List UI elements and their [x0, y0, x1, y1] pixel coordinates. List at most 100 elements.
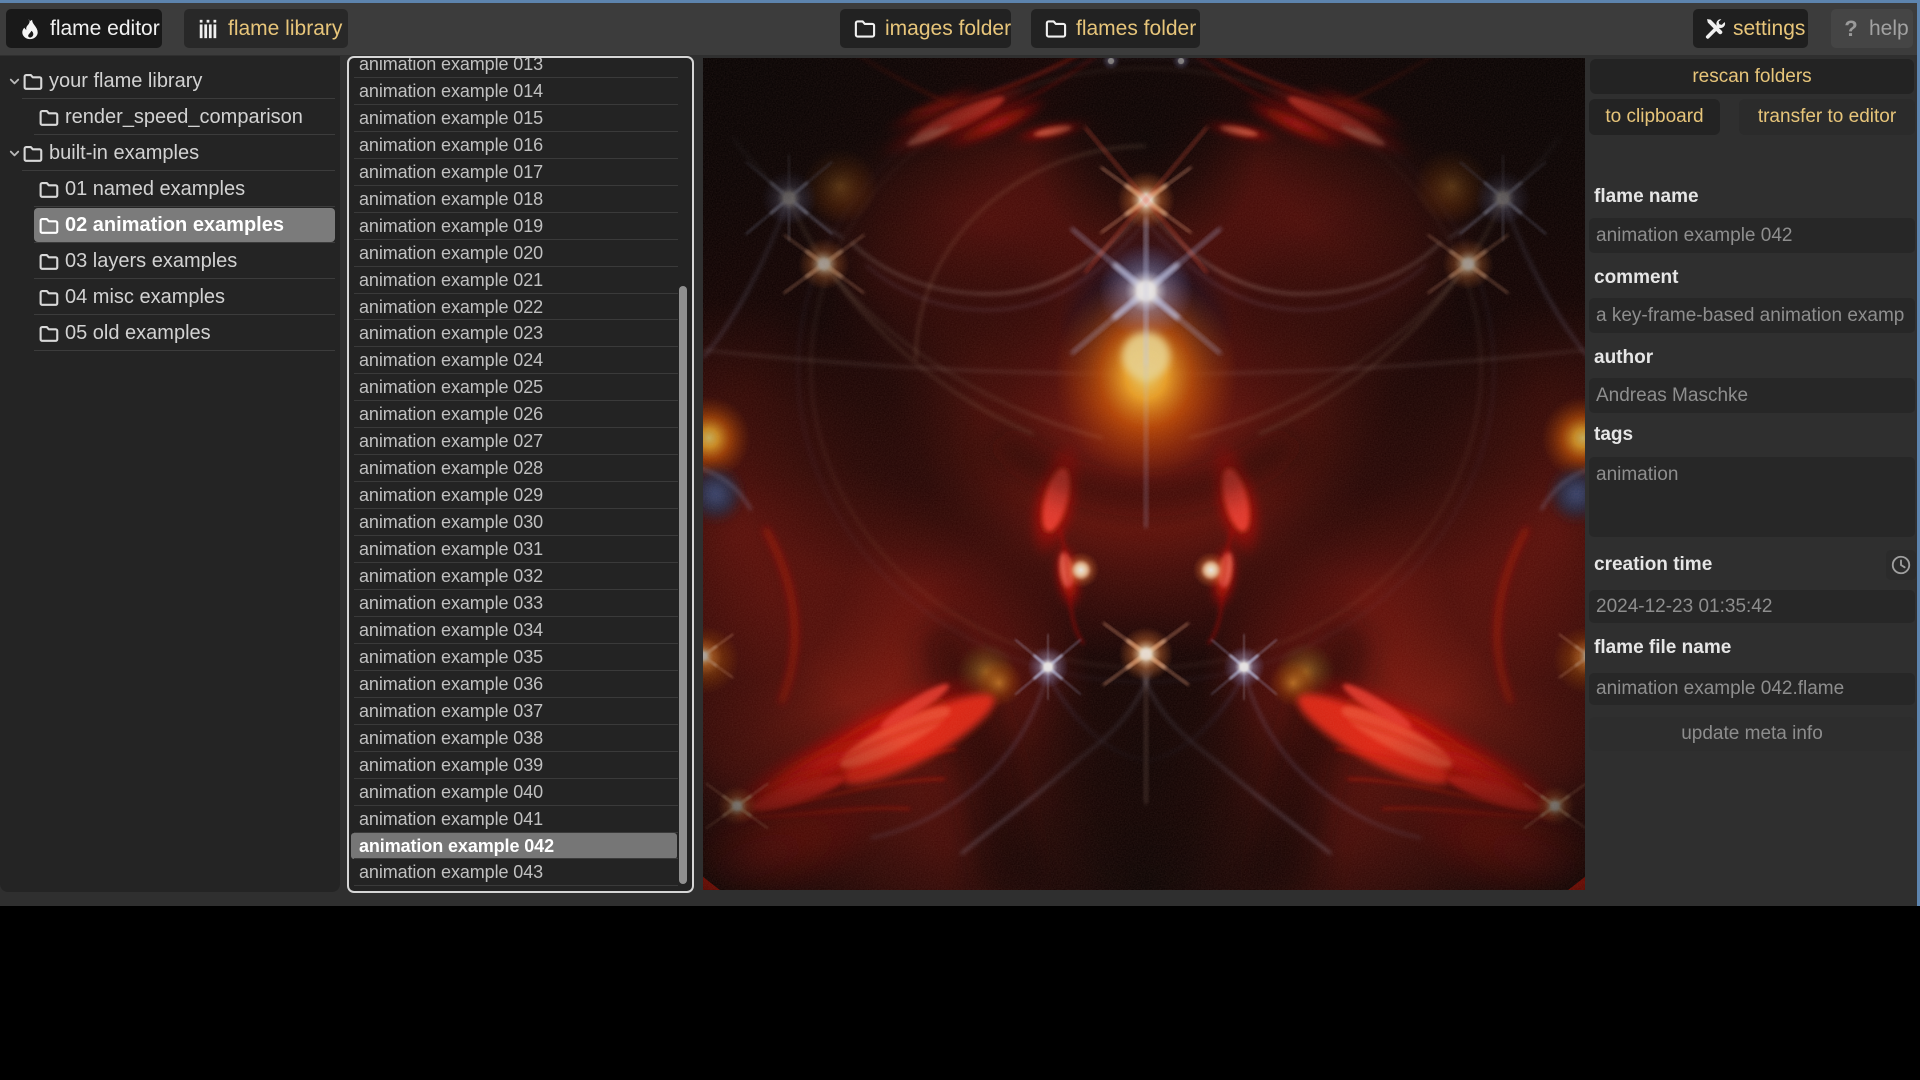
chevron-down-icon[interactable] [8, 75, 22, 88]
list-item[interactable]: animation example 039 [349, 752, 692, 779]
list-item[interactable]: animation example 015 [349, 105, 692, 132]
list-item-label: animation example 028 [359, 455, 543, 482]
flame-editor-button[interactable]: flame editor [6, 9, 162, 48]
list-item[interactable]: animation example 019 [349, 213, 692, 240]
list-item-label: animation example 023 [359, 321, 543, 348]
list-item[interactable]: animation example 021 [349, 267, 692, 294]
tags-textarea[interactable]: animation [1589, 457, 1915, 537]
list-item[interactable]: animation example 040 [349, 779, 692, 806]
list-item-label: animation example 036 [359, 671, 543, 698]
list-item[interactable]: animation example 041 [349, 806, 692, 833]
flame-name-label: flame name [1594, 186, 1699, 208]
help-label: help [1869, 17, 1909, 41]
list-item[interactable]: animation example 038 [349, 725, 692, 752]
list-item-label: animation example 035 [359, 644, 543, 671]
list-item-label: animation example 043 [359, 860, 543, 887]
flame-editor-label: flame editor [50, 17, 160, 41]
list-item[interactable]: animation example 030 [349, 509, 692, 536]
tree-item[interactable]: built-in examples [0, 135, 340, 171]
creation-time-input[interactable]: 2024-12-23 01:35:42 [1589, 590, 1915, 623]
to-clipboard-button[interactable]: to clipboard [1589, 99, 1720, 135]
list-item-label: animation example 037 [359, 698, 543, 725]
list-item[interactable]: animation example 032 [349, 563, 692, 590]
app-window: flame editor flame library images folder [0, 0, 1920, 906]
list-item[interactable]: animation example 020 [349, 240, 692, 267]
folder-icon [38, 287, 59, 308]
list-item[interactable]: animation example 028 [349, 455, 692, 482]
folder-icon [853, 17, 876, 40]
flame-library-button[interactable]: flame library [184, 9, 348, 48]
settings-button[interactable]: settings [1693, 9, 1808, 48]
chevron-down-icon[interactable] [8, 147, 22, 160]
list-item[interactable]: animation example 031 [349, 536, 692, 563]
creation-time-label: creation time [1594, 554, 1712, 576]
list-item-label: animation example 029 [359, 482, 543, 509]
folder-icon [38, 215, 59, 236]
list-item[interactable]: animation example 035 [349, 644, 692, 671]
folder-icon [38, 251, 59, 272]
list-item[interactable]: animation example 018 [349, 186, 692, 213]
list-item[interactable]: animation example 042 [349, 833, 692, 860]
folder-icon [1044, 17, 1067, 40]
separator [34, 350, 335, 351]
list-item-label: animation example 015 [359, 105, 543, 132]
list-item[interactable]: animation example 023 [349, 321, 692, 348]
list-item-label: animation example 038 [359, 725, 543, 752]
list-item[interactable]: animation example 016 [349, 132, 692, 159]
flame-preview-image [703, 58, 1585, 890]
folder-icon [38, 323, 59, 344]
help-button[interactable]: ? help [1831, 9, 1913, 48]
list-item[interactable]: animation example 014 [349, 78, 692, 105]
list-scrollbar-thumb[interactable] [679, 286, 687, 884]
separator [354, 885, 678, 886]
list-item-label: animation example 016 [359, 132, 543, 159]
list-item[interactable]: animation example 037 [349, 698, 692, 725]
list-item[interactable]: animation example 033 [349, 590, 692, 617]
list-item-label: animation example 025 [359, 374, 543, 401]
list-item-label: animation example 042 [359, 833, 554, 860]
list-item-label: animation example 019 [359, 213, 543, 240]
list-item[interactable]: animation example 036 [349, 671, 692, 698]
author-input[interactable]: Andreas Maschke [1589, 378, 1915, 413]
list-item[interactable]: animation example 027 [349, 428, 692, 455]
list-item[interactable]: animation example 024 [349, 347, 692, 374]
list-item-label: animation example 021 [359, 267, 543, 294]
tree-item[interactable]: your flame library [0, 63, 340, 99]
list-item[interactable]: animation example 017 [349, 159, 692, 186]
list-item[interactable]: animation example 013 [349, 56, 692, 78]
rescan-folders-button[interactable]: rescan folders [1590, 59, 1914, 94]
list-item-label: animation example 026 [359, 401, 543, 428]
flames-folder-button[interactable]: flames folder [1031, 9, 1200, 48]
flame-file-name-input[interactable]: animation example 042.flame [1589, 673, 1915, 705]
list-item[interactable]: animation example 034 [349, 617, 692, 644]
transfer-to-editor-button[interactable]: transfer to editor [1739, 99, 1915, 135]
tree-item[interactable]: 04 misc examples [0, 279, 340, 315]
list-item[interactable]: animation example 025 [349, 374, 692, 401]
comment-input[interactable]: a key-frame-based animation examp [1589, 298, 1915, 333]
comment-label: comment [1594, 267, 1678, 289]
update-meta-info-button[interactable]: update meta info [1589, 717, 1915, 751]
flame-name-input[interactable]: animation example 042 [1589, 218, 1915, 253]
list-item-label: animation example 033 [359, 590, 543, 617]
tree-item[interactable]: render_speed_comparison [0, 99, 340, 135]
tree-item[interactable]: 05 old examples [0, 315, 340, 351]
list-item-label: animation example 041 [359, 806, 543, 833]
svg-text:?: ? [1844, 17, 1857, 41]
library-icon [197, 17, 219, 41]
list-item-label: animation example 034 [359, 617, 543, 644]
library-folder-tree: your flame libraryrender_speed_compariso… [0, 56, 340, 892]
tree-item[interactable]: 01 named examples [0, 171, 340, 207]
list-item[interactable]: animation example 026 [349, 401, 692, 428]
images-folder-button[interactable]: images folder [840, 9, 1011, 48]
tree-item[interactable]: 03 layers examples [0, 243, 340, 279]
list-item-label: animation example 027 [359, 428, 543, 455]
desktop-background [0, 906, 1920, 1080]
list-item-label: animation example 032 [359, 563, 543, 590]
images-folder-label: images folder [885, 17, 1011, 41]
list-item[interactable]: animation example 022 [349, 294, 692, 321]
folder-icon [38, 179, 59, 200]
tree-item[interactable]: 02 animation examples [0, 207, 340, 243]
list-item[interactable]: animation example 029 [349, 482, 692, 509]
clock-icon[interactable] [1886, 550, 1916, 580]
list-item[interactable]: animation example 043 [349, 860, 692, 887]
